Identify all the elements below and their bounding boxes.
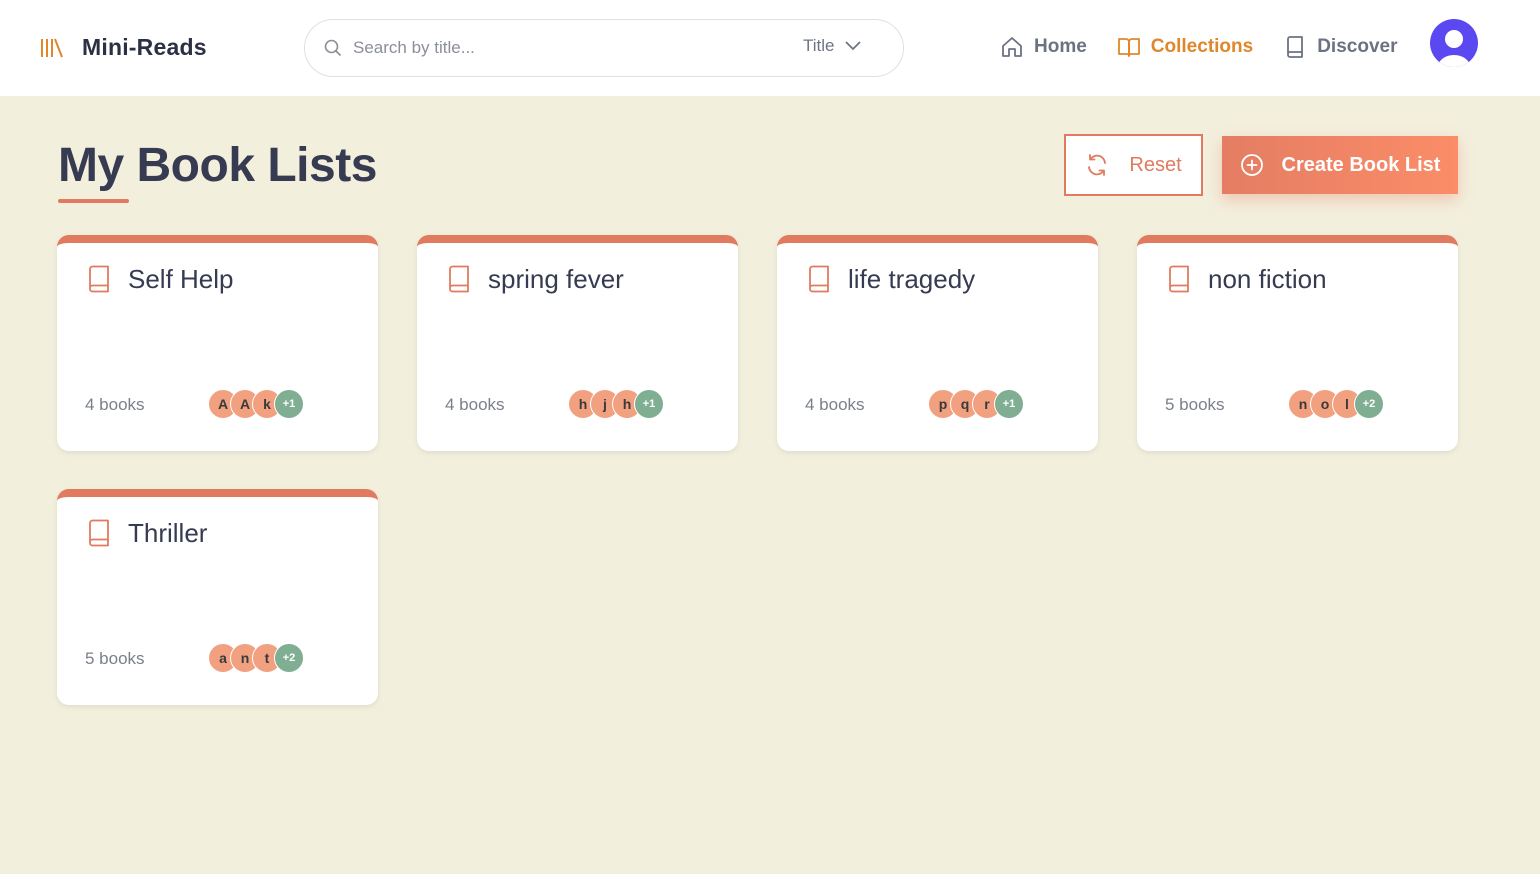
brand-name: Mini-Reads: [82, 34, 207, 60]
nav-collections[interactable]: Collections: [1117, 35, 1253, 59]
search-filter-label: Title: [803, 36, 835, 55]
more-members-badge: +1: [634, 389, 664, 419]
more-members-badge: +2: [274, 643, 304, 673]
member-avatars: A Ak +1: [208, 389, 304, 419]
card-title: Thriller: [128, 518, 208, 548]
book-list-card[interactable]: life tragedy 4 books p q r +1: [777, 235, 1098, 451]
book-icon: [87, 519, 111, 552]
book-icon: [807, 265, 831, 298]
book-list-card[interactable]: non fiction 5 books n o l +2: [1137, 235, 1458, 451]
member-avatars: a n t +2: [208, 643, 304, 673]
title-underline: [58, 199, 129, 203]
book-count: 5 books: [85, 649, 145, 668]
book-icon: [87, 265, 111, 298]
main-nav: Home Collections Discover: [1000, 35, 1427, 59]
book-icon: [447, 265, 471, 298]
user-avatar[interactable]: [1430, 19, 1478, 67]
home-icon: [1002, 37, 1022, 57]
search-input[interactable]: [353, 34, 773, 62]
member-avatars: p q r +1: [928, 389, 1024, 419]
nav-collections-label: Collections: [1150, 36, 1254, 57]
card-title: non fiction: [1208, 264, 1327, 294]
member-avatars: h j h +1: [568, 389, 664, 419]
reset-button[interactable]: Reset: [1064, 134, 1203, 196]
card-title: Self Help: [128, 264, 234, 294]
bookshelf-icon: [41, 38, 63, 57]
chevron-down-icon: [844, 41, 861, 51]
more-members-badge: +1: [274, 389, 304, 419]
card-title: spring fever: [488, 264, 624, 294]
user-icon: [1438, 30, 1470, 67]
search-filter-dropdown[interactable]: Title: [803, 36, 861, 56]
nav-home[interactable]: Home: [1000, 35, 1087, 59]
page-title: My Book Lists: [58, 139, 377, 192]
nav-discover[interactable]: Discover: [1283, 35, 1397, 59]
book-list-card[interactable]: Self Help 4 books A Ak +1: [57, 235, 378, 451]
book-list-card[interactable]: Thriller 5 books a n t +2: [57, 489, 378, 705]
member-avatars: n o l +2: [1288, 389, 1384, 419]
book-count: 4 books: [445, 395, 505, 414]
card-title: life tragedy: [848, 264, 976, 294]
plus-circle-icon: [1240, 154, 1263, 176]
more-members-badge: +1: [994, 389, 1024, 419]
book-list-card[interactable]: spring fever 4 books h j h +1: [417, 235, 738, 451]
nav-discover-label: Discover: [1317, 36, 1398, 57]
open-book-icon: [1117, 38, 1140, 57]
book-count: 5 books: [1165, 395, 1225, 414]
search-icon: [324, 39, 342, 57]
create-book-list-button[interactable]: Create Book List: [1222, 136, 1458, 194]
book-count: 4 books: [85, 395, 145, 414]
brand-logo[interactable]: Mini-Reads: [40, 34, 207, 61]
more-members-badge: +2: [1354, 389, 1384, 419]
nav-home-label: Home: [1034, 36, 1087, 57]
refresh-icon: [1088, 154, 1107, 176]
reset-label: Reset: [1129, 153, 1182, 176]
top-navbar: Mini-Reads Title Home Collections: [0, 0, 1540, 96]
book-icon: [1287, 36, 1304, 58]
book-icon: [1167, 265, 1191, 298]
book-count: 4 books: [805, 395, 865, 414]
create-label: Create Book List: [1281, 153, 1441, 176]
search-bar: Title: [304, 19, 904, 77]
